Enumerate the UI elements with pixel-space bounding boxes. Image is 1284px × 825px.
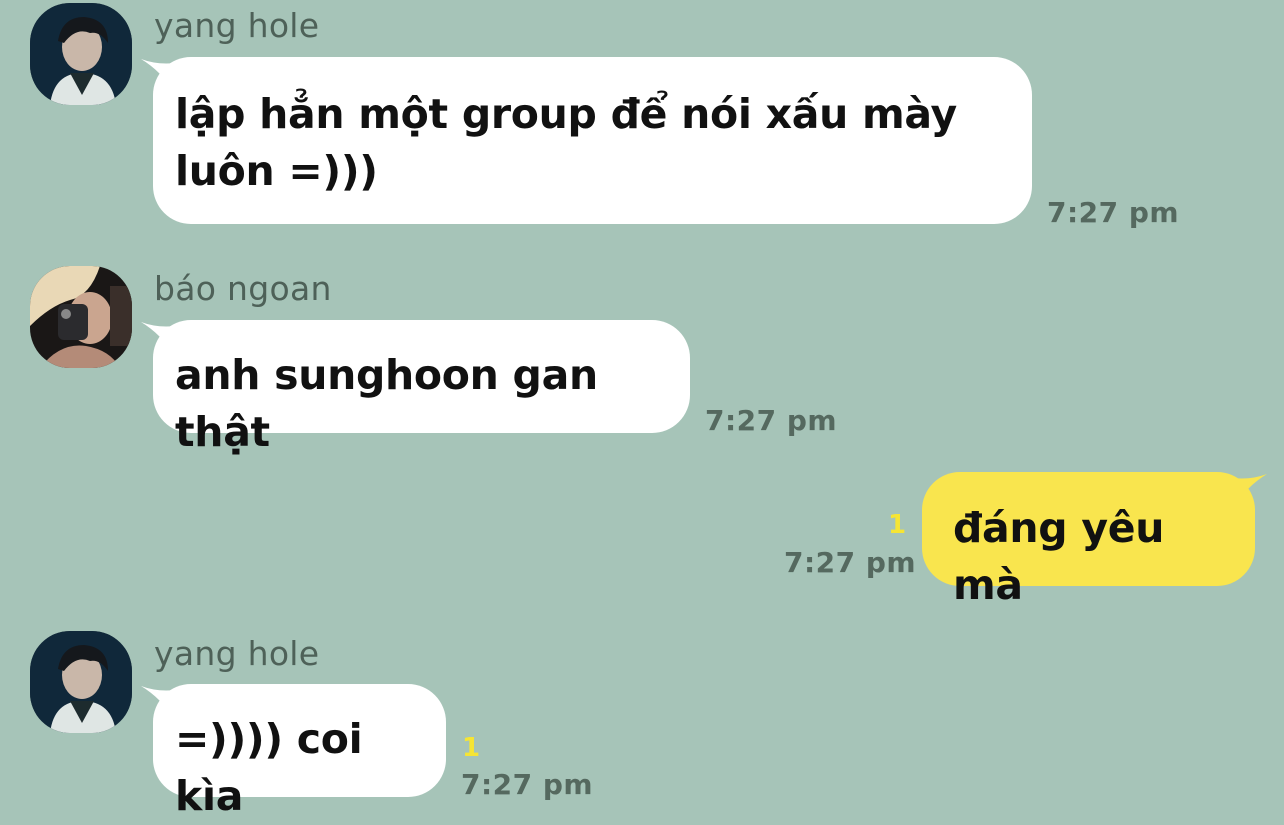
message-bubble[interactable]: anh sunghoon gan thật [141,320,690,456]
profile-photo-icon [30,266,132,368]
message-timestamp: 7:27 pm [784,546,917,579]
message-bubble[interactable]: =)))) coi kìa [141,684,446,820]
sender-name: yang hole [154,6,320,45]
chat-message-list[interactable]: yang hole lập hẳn một group để nói xấu m… [0,0,1284,820]
unread-count-badge: 1 [462,733,481,763]
message-timestamp: 7:27 pm [1047,196,1180,229]
message-text: anh sunghoon gan thật [175,351,598,456]
bubble-tail-icon [1233,474,1267,508]
message-timestamp: 7:27 pm [705,404,838,437]
avatar-bao-ngoan[interactable] [30,266,132,368]
message-text: lập hẳn một group để nói xấu mày luôn =)… [175,90,957,195]
my-message-bubble[interactable]: đáng yêu mà [922,472,1267,609]
sender-name: yang hole [154,634,320,673]
bubble-tail-icon [141,59,175,93]
profile-photo-icon [30,3,132,105]
bubble-tail-icon [141,322,175,356]
profile-photo-icon [30,631,132,733]
message-text: đáng yêu mà [953,504,1165,609]
sender-name: báo ngoan [154,269,332,308]
message-timestamp: 7:27 pm [461,768,594,801]
avatar-yang-hole[interactable] [30,631,132,733]
bubble-tail-icon [141,686,175,720]
message-text: =)))) coi kìa [175,715,363,820]
avatar-yang-hole[interactable] [30,3,132,105]
unread-count-badge: 1 [888,510,907,540]
message-bubble[interactable]: lập hẳn một group để nói xấu mày luôn =)… [141,57,1032,224]
